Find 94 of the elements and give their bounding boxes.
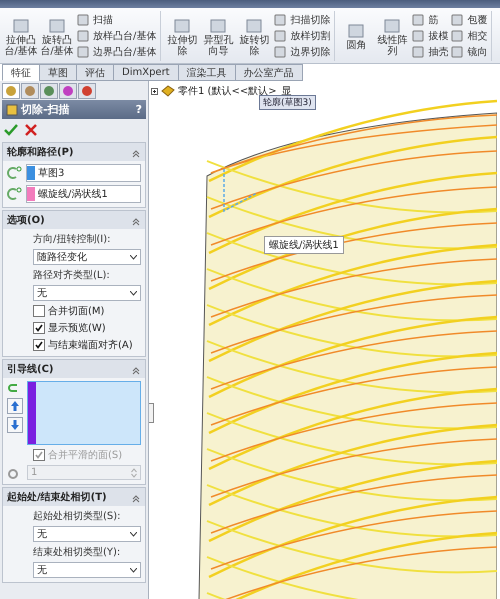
double-chevron-icon xyxy=(131,366,141,376)
checkbox[interactable]: 合并切面(M) xyxy=(33,304,141,318)
toolbar-button[interactable]: 拉伸凸台/基体 xyxy=(4,14,38,56)
feature-icon xyxy=(450,28,464,42)
up-arrow-icon xyxy=(10,400,20,412)
panel-handle[interactable] xyxy=(149,403,154,423)
feature-icon xyxy=(76,12,90,26)
panel-icon xyxy=(5,85,17,97)
toolbar-button[interactable]: 放样切割 xyxy=(273,28,330,42)
section-title: 起始处/结束处相切(T) xyxy=(7,490,107,504)
move-up-button[interactable] xyxy=(7,398,23,414)
caret-icon xyxy=(130,532,137,536)
panel-tab[interactable] xyxy=(40,83,58,99)
double-chevron-icon xyxy=(131,149,141,159)
check-icon xyxy=(35,451,43,459)
tab[interactable]: 评估 xyxy=(76,64,114,81)
tab[interactable]: 渲染工具 xyxy=(178,64,236,81)
caret-icon xyxy=(130,254,137,260)
expand-icon[interactable] xyxy=(151,88,158,94)
toolbar-button[interactable]: 相交 xyxy=(450,28,488,42)
toolbar-button[interactable]: 异型孔向导 xyxy=(201,14,236,56)
section-title: 轮廓和路径(P) xyxy=(7,146,74,159)
toolbar-button[interactable]: 旋转切除 xyxy=(237,14,272,56)
toolbar-button[interactable]: 扫描 xyxy=(76,12,156,26)
feature-icon xyxy=(6,104,18,116)
callout-label: 螺旋线/涡状线1 xyxy=(264,236,344,254)
panel-tab[interactable] xyxy=(2,83,20,99)
toolbar-button[interactable]: 抽壳 xyxy=(411,44,448,58)
selection-field[interactable]: 螺旋线/涡状线1 xyxy=(26,185,141,203)
feature-icon xyxy=(450,12,464,26)
selection-icon xyxy=(7,166,23,180)
panel-icon xyxy=(43,85,55,97)
down-arrow-icon xyxy=(10,419,20,431)
guide-curve-list[interactable] xyxy=(27,381,141,445)
part-icon xyxy=(161,85,175,97)
toolbar-button[interactable]: 线性阵列 xyxy=(375,14,410,56)
panel-tab[interactable] xyxy=(21,83,39,99)
feature-icon xyxy=(411,44,426,58)
check-icon xyxy=(35,341,43,349)
caret-icon xyxy=(130,290,137,296)
double-chevron-icon xyxy=(131,217,141,227)
tab[interactable]: 特征 xyxy=(2,64,40,81)
caret-icon xyxy=(130,568,137,572)
panel-icon xyxy=(81,85,93,97)
toolbar-button[interactable]: 扫描切除 xyxy=(273,12,330,26)
feature-icon xyxy=(273,12,288,26)
feature-icon xyxy=(273,44,288,58)
toolbar-button[interactable]: 边界切除 xyxy=(273,44,330,58)
feature-icon xyxy=(411,28,426,42)
feature-icon xyxy=(273,28,288,42)
dropdown[interactable]: 无 xyxy=(33,562,141,578)
check-icon xyxy=(35,324,43,332)
panel-tab[interactable] xyxy=(59,83,77,99)
tab[interactable]: 草图 xyxy=(39,64,77,81)
toolbar-button[interactable]: 筋 xyxy=(411,12,448,26)
ok-button[interactable] xyxy=(4,123,18,137)
selection-icon xyxy=(7,187,23,201)
checkbox[interactable]: 显示预览(W) xyxy=(33,321,141,335)
callout-label: 轮廓(草图3) xyxy=(259,95,316,110)
dropdown[interactable]: 随路径变化 xyxy=(33,249,141,265)
dropdown[interactable]: 无 xyxy=(33,526,141,542)
checkmark-icon xyxy=(4,123,18,137)
move-down-button[interactable] xyxy=(7,417,23,433)
field-label: 路径对齐类型(L): xyxy=(32,268,111,282)
feature-icon xyxy=(450,44,464,58)
checkbox[interactable]: 与结束端面对齐(A) xyxy=(33,338,141,352)
toolbar-button[interactable]: 拔模 xyxy=(411,28,448,42)
dropdown[interactable]: 无 xyxy=(33,285,141,301)
selection-field[interactable]: 草图3 xyxy=(26,164,141,182)
panel-title: 切除-扫描 xyxy=(21,102,70,117)
field-label: 结束处相切类型(Y): xyxy=(32,546,122,559)
field-label: 方向/扭转控制(I): xyxy=(32,232,112,246)
panel-tab[interactable] xyxy=(78,83,96,99)
tab[interactable]: 办公室产品 xyxy=(234,64,303,81)
toolbar-button[interactable]: 镜向 xyxy=(450,44,488,58)
toolbar-button[interactable]: 包覆 xyxy=(450,12,488,26)
feature-icon xyxy=(76,44,90,58)
double-chevron-icon xyxy=(131,494,141,504)
section-title: 引导线(C) xyxy=(7,362,54,376)
toolbar-button[interactable]: 放样凸台/基体 xyxy=(76,28,156,42)
panel-icon xyxy=(24,85,36,97)
feature-icon xyxy=(76,28,90,42)
close-icon xyxy=(24,123,38,137)
field-label: 起始处相切类型(S): xyxy=(32,510,122,523)
toolbar-button[interactable]: 圆角 xyxy=(339,20,374,51)
feature-icon xyxy=(411,12,426,26)
toolbar-button[interactable]: 旋转凸台/基体 xyxy=(40,14,74,56)
tab[interactable]: DimXpert xyxy=(113,64,179,81)
toolbar-button[interactable]: 拉伸切除 xyxy=(165,14,200,56)
section-title: 选项(O) xyxy=(7,214,45,227)
panel-icon xyxy=(62,85,74,97)
help-button[interactable]: ? xyxy=(136,103,142,116)
toolbar-button[interactable]: 边界凸台/基体 xyxy=(76,44,156,58)
cancel-button[interactable] xyxy=(24,123,38,137)
